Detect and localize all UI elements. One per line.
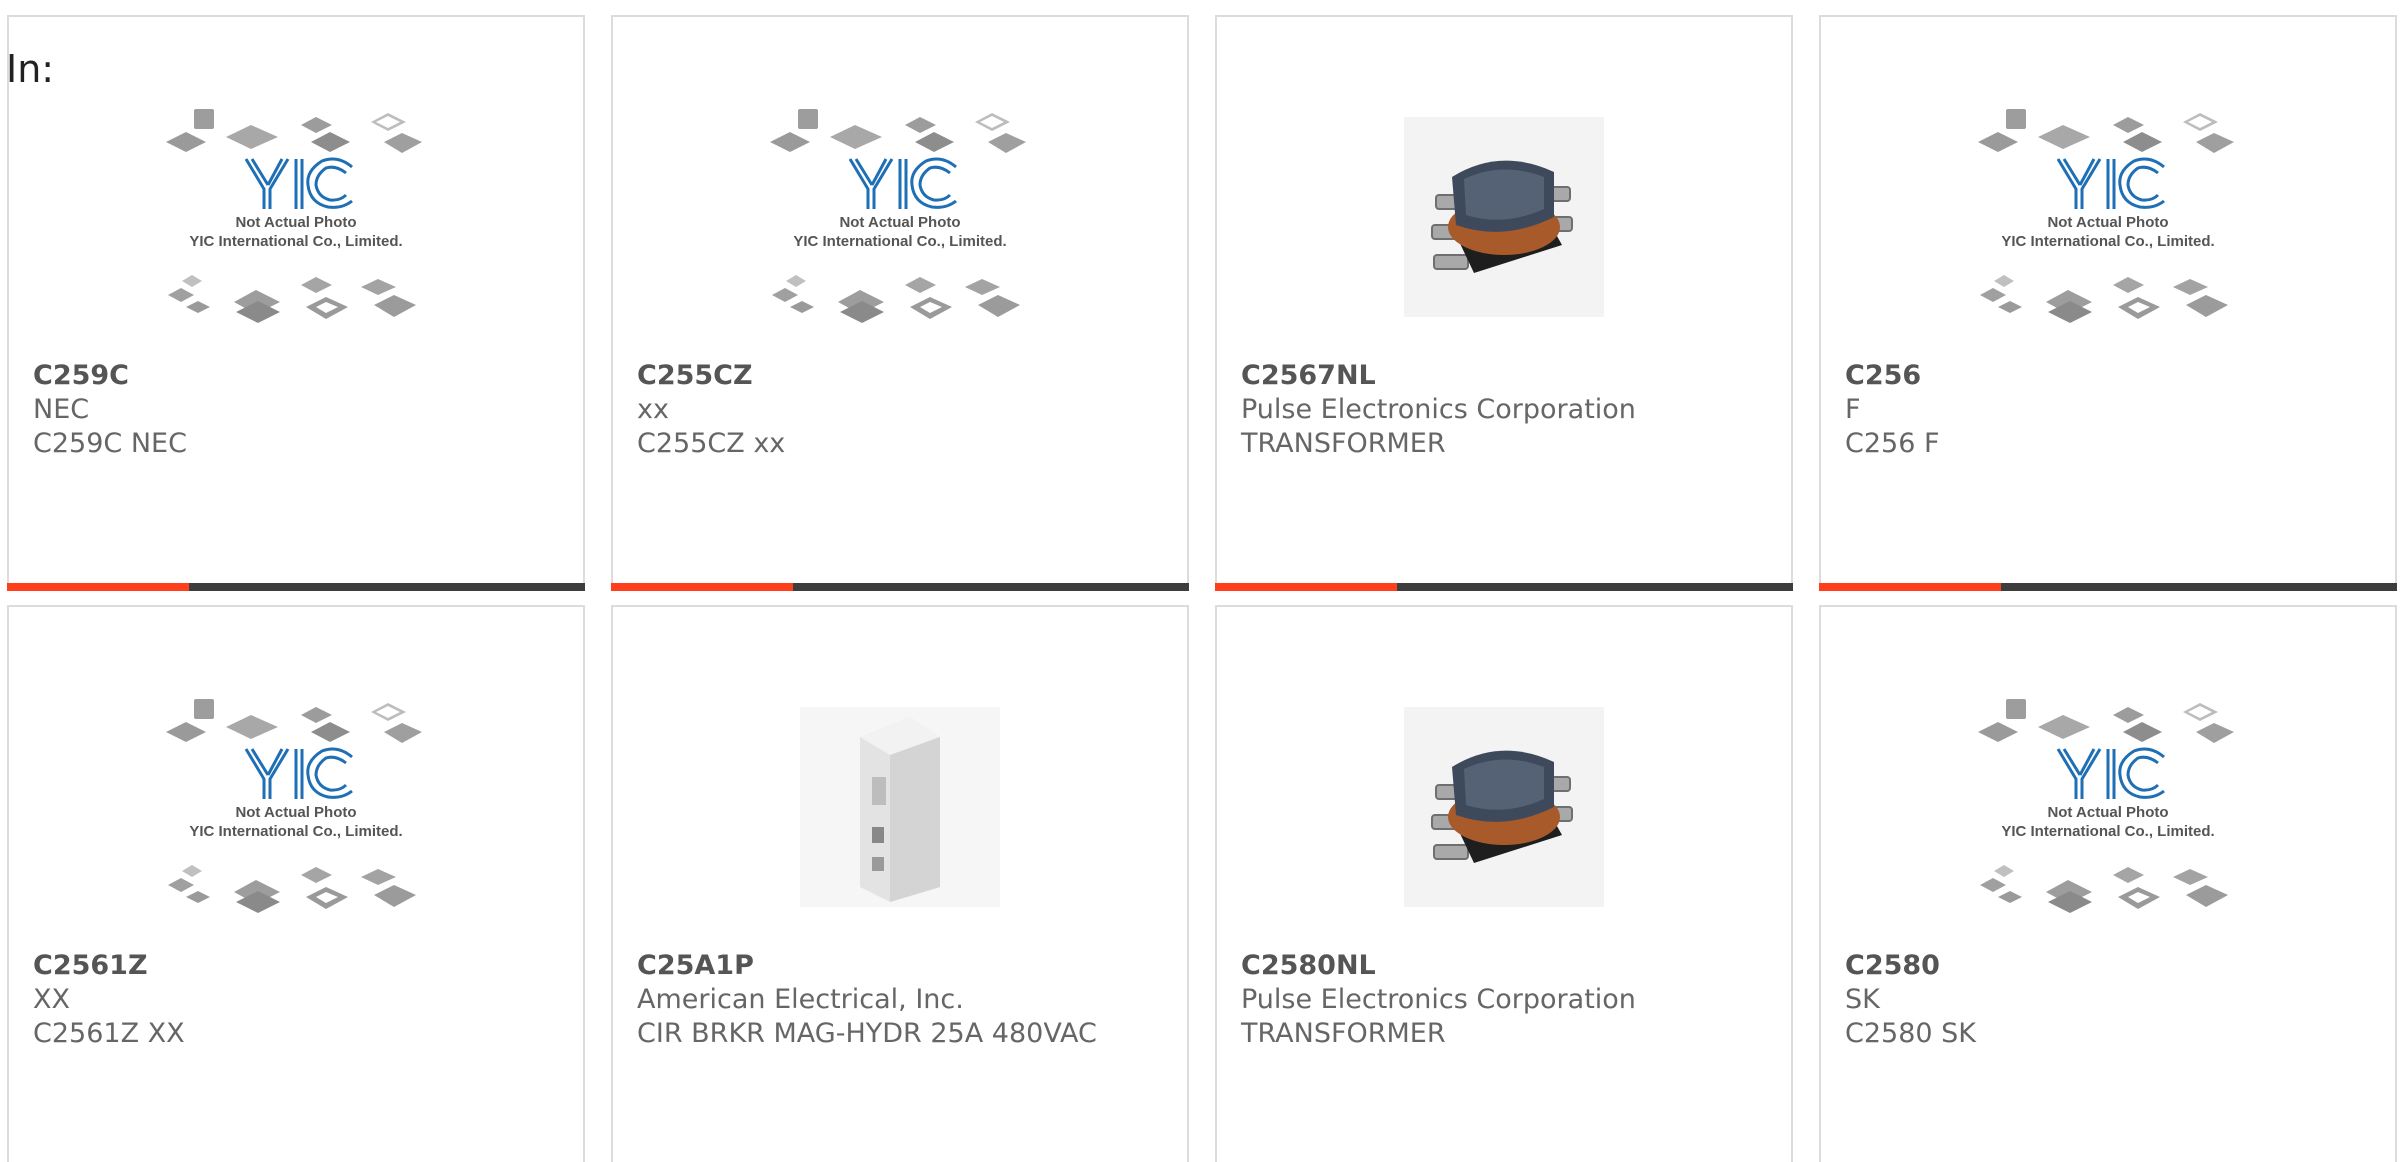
card-bottom-bar xyxy=(1215,583,1793,591)
card-accent-bar xyxy=(611,583,793,591)
product-image[interactable]: Not Actual Photo YIC International Co., … xyxy=(1821,57,2395,377)
placeholder-line1: Not Actual Photo xyxy=(235,804,356,821)
yic-placeholder-image: Not Actual Photo YIC International Co., … xyxy=(770,109,1026,323)
product-manufacturer: XX xyxy=(33,984,70,1015)
product-manufacturer: NEC xyxy=(33,394,90,425)
product-manufacturer: xx xyxy=(637,394,669,425)
product-description: C255CZ xx xyxy=(637,428,786,459)
product-image[interactable]: Not Actual Photo YIC International Co., … xyxy=(1821,647,2395,967)
product-info: C2580NL Pulse Electronics Corporation TRAN… xyxy=(1241,949,1767,1051)
product-manufacturer: SK xyxy=(1845,984,1880,1015)
product-part-number[interactable]: C255CZ xyxy=(637,359,1163,393)
product-manufacturer: F xyxy=(1845,394,1861,425)
yic-placeholder-image: Not Actual Photo YIC International Co., … xyxy=(1978,109,2234,323)
product-grid: Not Actual Photo YIC International Co., … xyxy=(0,0,2400,1162)
product-card[interactable]: Not Actual Photo YIC International Co., … xyxy=(611,15,1189,591)
product-part-number[interactable]: C25A1P xyxy=(637,949,1163,983)
product-info: C2580 SK C2580 SK xyxy=(1845,949,2371,1051)
yic-placeholder-image: Not Actual Photo YIC International Co., … xyxy=(1978,699,2234,913)
product-image[interactable] xyxy=(1217,647,1791,967)
product-card[interactable]: Not Actual Photo YIC International Co., … xyxy=(1819,15,2397,591)
product-manufacturer: American Electrical, Inc. xyxy=(637,984,964,1015)
product-description: C256 F xyxy=(1845,428,1940,459)
placeholder-line2: YIC International Co., Limited. xyxy=(2001,233,2214,250)
circuit-breaker-photo xyxy=(800,707,1000,907)
card-accent-bar xyxy=(7,583,189,591)
placeholder-line1: Not Actual Photo xyxy=(235,214,356,231)
card-accent-bar xyxy=(1819,583,2001,591)
yic-placeholder-image: Not Actual Photo YIC International Co., … xyxy=(166,699,422,913)
product-description: C259C NEC xyxy=(33,428,187,459)
transformer-photo xyxy=(1404,707,1604,907)
product-image[interactable]: Not Actual Photo YIC International Co., … xyxy=(9,647,583,967)
placeholder-line1: Not Actual Photo xyxy=(2047,214,2168,231)
card-bottom-bar xyxy=(1819,583,2397,591)
transformer-photo xyxy=(1404,117,1604,317)
yic-placeholder-image: Not Actual Photo YIC International Co., … xyxy=(166,109,422,323)
product-manufacturer: Pulse Electronics Corporation xyxy=(1241,394,1636,425)
product-card[interactable]: Not Actual Photo YIC International Co., … xyxy=(7,605,585,1162)
placeholder-line1: Not Actual Photo xyxy=(839,214,960,231)
product-info: C2561Z XX C2561Z XX xyxy=(33,949,559,1051)
product-info: C2567NL Pulse Electronics Corporation TRAN… xyxy=(1241,359,1767,461)
placeholder-line2: YIC International Co., Limited. xyxy=(2001,823,2214,840)
product-manufacturer: Pulse Electronics Corporation xyxy=(1241,984,1636,1015)
product-card[interactable]: Not Actual Photo YIC International Co., … xyxy=(1819,605,2397,1162)
product-image[interactable]: Not Actual Photo YIC International Co., … xyxy=(613,57,1187,377)
card-bottom-bar xyxy=(611,583,1189,591)
product-card[interactable]: C2567NL Pulse Electronics Corporation TRAN… xyxy=(1215,15,1793,591)
product-description: TRANSFORMER xyxy=(1241,428,1446,459)
product-part-number[interactable]: C2567NL xyxy=(1241,359,1767,393)
product-description: C2561Z XX xyxy=(33,1018,185,1049)
product-grid-page: In: Not Actual Photo YIC International C… xyxy=(0,0,2400,1162)
product-part-number[interactable]: C2561Z xyxy=(33,949,559,983)
product-description: TRANSFORMER xyxy=(1241,1018,1446,1049)
product-image[interactable]: Not Actual Photo YIC International Co., … xyxy=(9,57,583,377)
product-part-number[interactable]: C259C xyxy=(33,359,559,393)
product-description: C2580 SK xyxy=(1845,1018,1976,1049)
product-image[interactable] xyxy=(1217,57,1791,377)
product-card[interactable]: Not Actual Photo YIC International Co., … xyxy=(7,15,585,591)
search-in-label: In: xyxy=(6,47,55,91)
card-bottom-bar xyxy=(7,583,585,591)
product-info: C25A1P American Electrical, Inc. CIR BRKR … xyxy=(637,949,1163,1051)
placeholder-line2: YIC International Co., Limited. xyxy=(189,233,402,250)
product-description: CIR BRKR MAG-HYDR 25A 480VAC xyxy=(637,1018,1097,1049)
product-info: C259C NEC C259C NEC xyxy=(33,359,559,461)
product-part-number[interactable]: C256 xyxy=(1845,359,2371,393)
placeholder-line2: YIC International Co., Limited. xyxy=(189,823,402,840)
card-accent-bar xyxy=(1215,583,1397,591)
product-part-number[interactable]: C2580 xyxy=(1845,949,2371,983)
product-card[interactable]: C2580NL Pulse Electronics Corporation TRAN… xyxy=(1215,605,1793,1162)
placeholder-line2: YIC International Co., Limited. xyxy=(793,233,1006,250)
product-image[interactable] xyxy=(613,647,1187,967)
product-part-number[interactable]: C2580NL xyxy=(1241,949,1767,983)
placeholder-line1: Not Actual Photo xyxy=(2047,804,2168,821)
product-info: C256 F C256 F xyxy=(1845,359,2371,461)
product-card[interactable]: C25A1P American Electrical, Inc. CIR BRKR … xyxy=(611,605,1189,1162)
product-info: C255CZ xx C255CZ xx xyxy=(637,359,1163,461)
